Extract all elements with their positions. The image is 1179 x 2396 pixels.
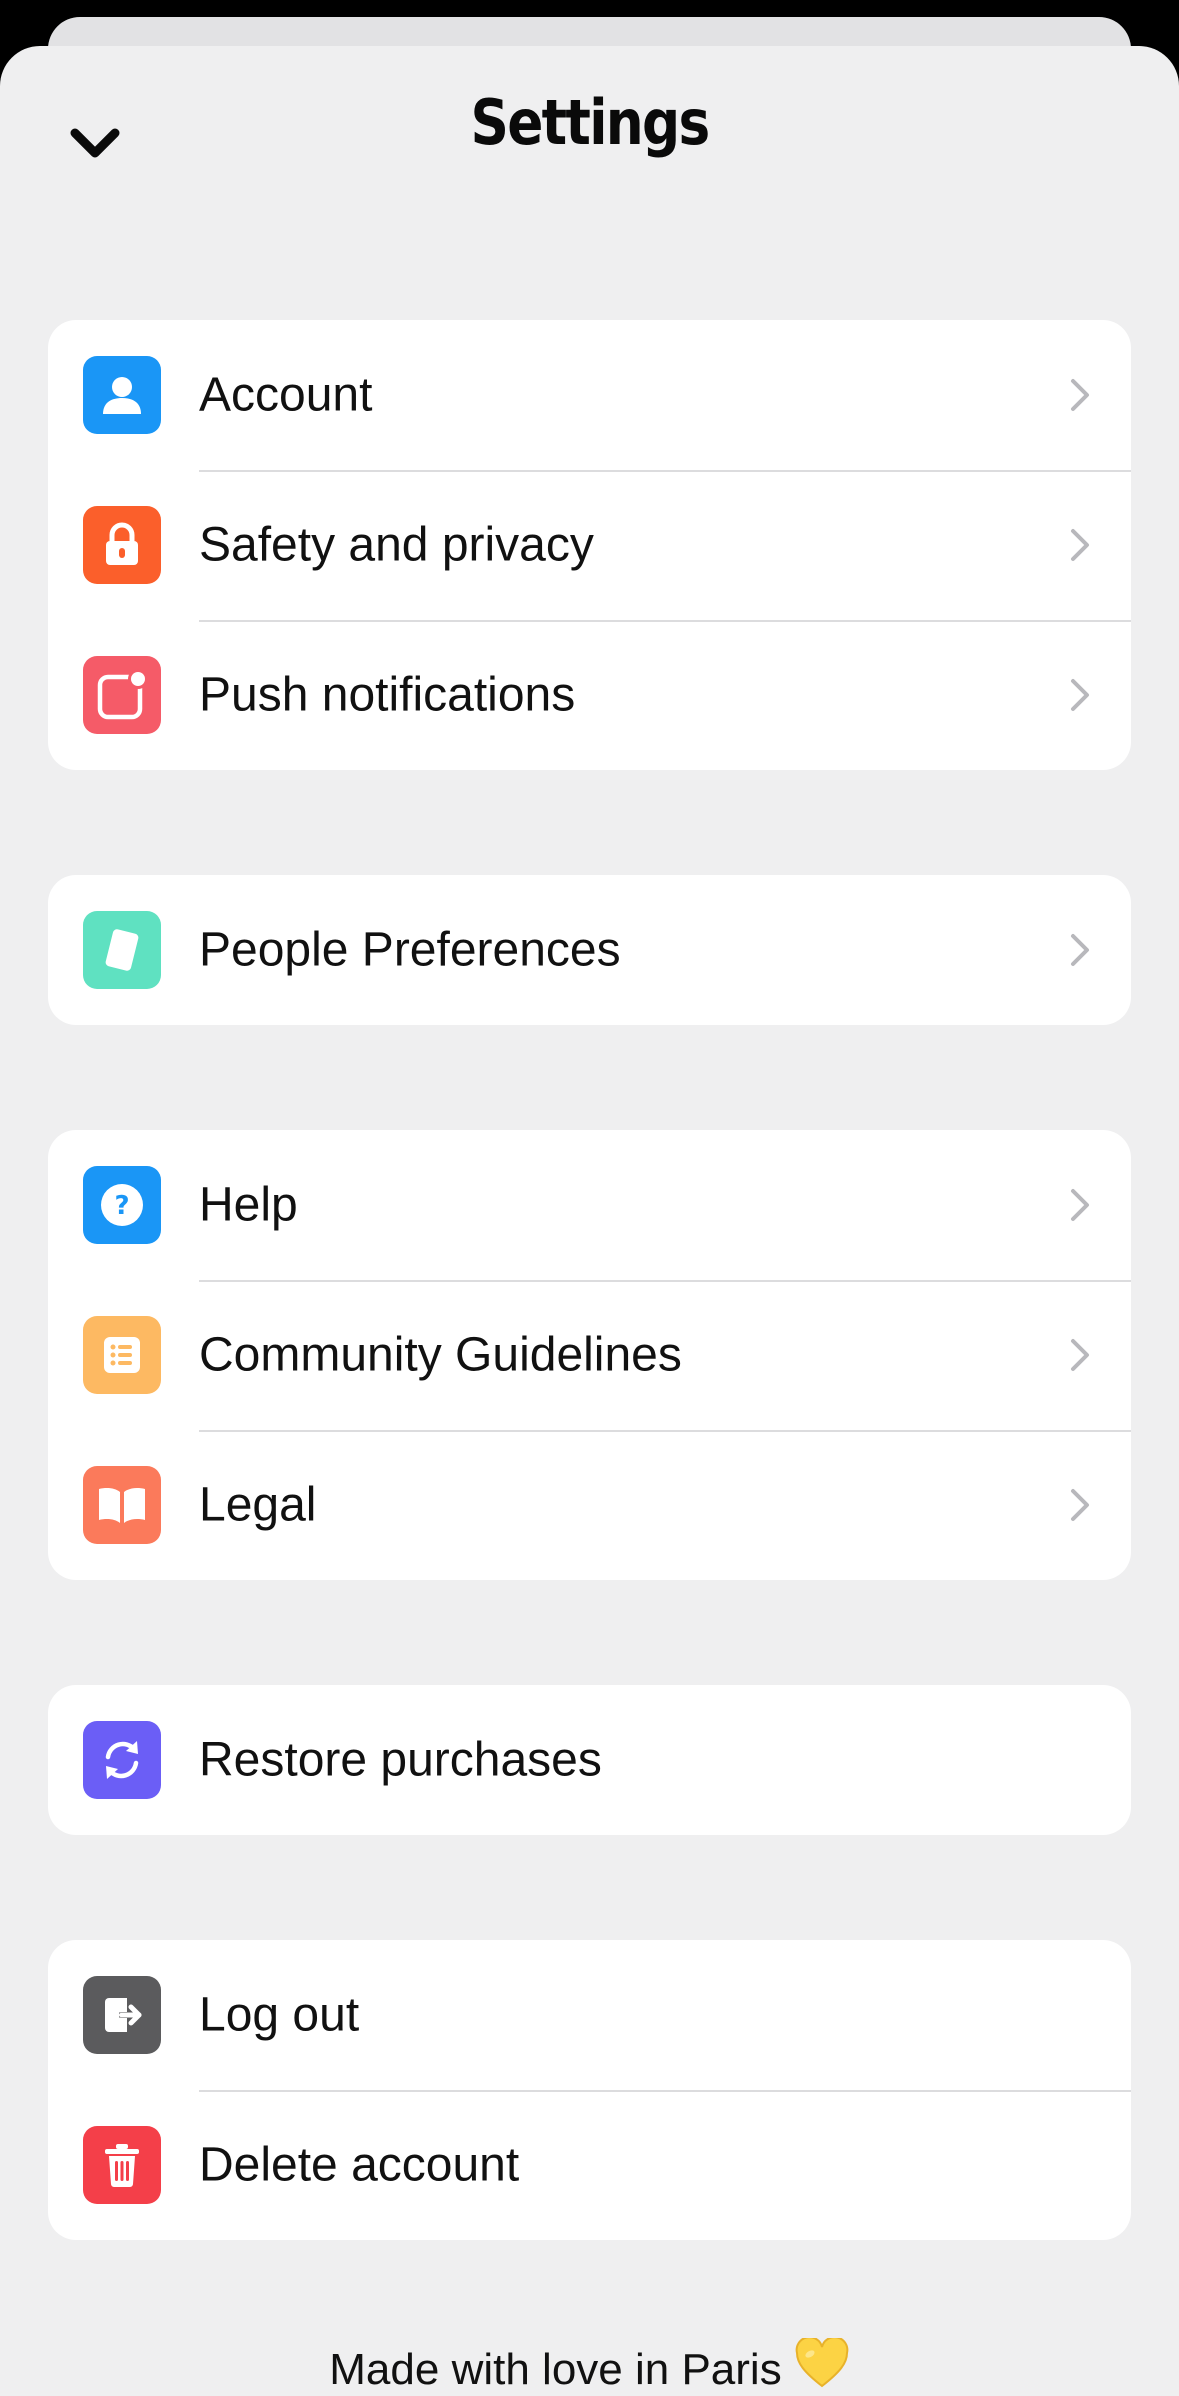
chevron-right-icon xyxy=(1067,1185,1093,1225)
chevron-right-icon xyxy=(1067,1485,1093,1525)
settings-item-delete-account[interactable]: Delete account xyxy=(48,2090,1131,2240)
settings-item-label: Help xyxy=(199,1178,298,1232)
page-title: Settings xyxy=(470,86,711,159)
settings-item-log-out[interactable]: Log out xyxy=(48,1940,1131,2090)
settings-item-people-preferences[interactable]: People Preferences xyxy=(48,875,1131,1025)
settings-item-label: People Preferences xyxy=(199,923,621,977)
settings-group-preferences: People Preferences xyxy=(48,875,1131,1025)
refresh-icon xyxy=(83,1721,161,1799)
yellow-heart-icon xyxy=(794,2336,850,2396)
svg-text:?: ? xyxy=(114,1191,129,1221)
settings-sheet: Settings Account Safety and privacy Push… xyxy=(0,46,1179,2396)
person-icon xyxy=(83,356,161,434)
settings-item-help[interactable]: ? Help xyxy=(48,1130,1131,1280)
settings-item-legal[interactable]: Legal xyxy=(48,1430,1131,1580)
logout-icon xyxy=(83,1976,161,2054)
settings-item-community-guidelines[interactable]: Community Guidelines xyxy=(48,1280,1131,1430)
chevron-right-icon xyxy=(1067,375,1093,415)
footer: Made with love in Paris xyxy=(0,2336,1179,2396)
chevron-right-icon xyxy=(1067,675,1093,715)
settings-item-account[interactable]: Account xyxy=(48,320,1131,470)
settings-item-label: Push notifications xyxy=(199,668,576,722)
settings-item-label: Legal xyxy=(199,1478,317,1532)
notification-badge-icon xyxy=(83,656,161,734)
settings-item-safety-privacy[interactable]: Safety and privacy xyxy=(48,470,1131,620)
settings-item-push-notifications[interactable]: Push notifications xyxy=(48,620,1131,770)
settings-item-label: Delete account xyxy=(199,2138,520,2192)
settings-group-account: Account Safety and privacy Push notifica… xyxy=(48,320,1131,770)
settings-item-label: Restore purchases xyxy=(199,1733,602,1787)
book-icon xyxy=(83,1466,161,1544)
settings-item-label: Community Guidelines xyxy=(199,1328,682,1382)
card-icon xyxy=(83,911,161,989)
chevron-right-icon xyxy=(1067,930,1093,970)
settings-group-support: ? Help Community Guidelines Legal xyxy=(48,1130,1131,1580)
question-icon: ? xyxy=(83,1166,161,1244)
settings-group-purchases: Restore purchases xyxy=(48,1685,1131,1835)
lock-icon xyxy=(83,506,161,584)
chevron-right-icon xyxy=(1067,525,1093,565)
settings-group-account-actions: Log out Delete account xyxy=(48,1940,1131,2240)
chevron-right-icon xyxy=(1067,1335,1093,1375)
settings-item-label: Log out xyxy=(199,1988,360,2042)
header: Settings xyxy=(0,46,1179,226)
list-icon xyxy=(83,1316,161,1394)
settings-item-restore-purchases[interactable]: Restore purchases xyxy=(48,1685,1131,1835)
footer-text: Made with love in Paris xyxy=(329,2345,782,2394)
settings-item-label: Safety and privacy xyxy=(199,518,594,572)
settings-item-label: Account xyxy=(199,368,373,422)
trash-icon xyxy=(83,2126,161,2204)
